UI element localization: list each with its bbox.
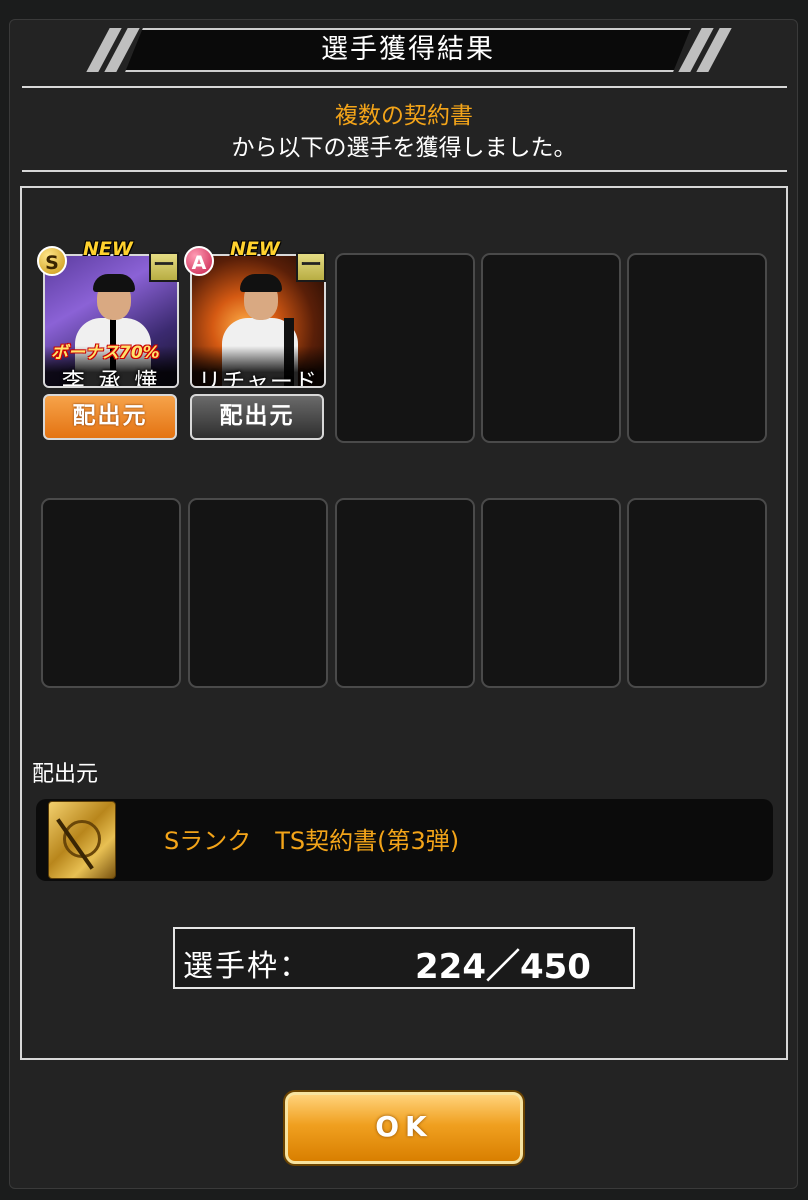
bonus-label: ボーナス70% [51, 343, 160, 363]
ok-button[interactable]: OK [285, 1092, 523, 1164]
distribution-source-button[interactable]: 配出元 [190, 394, 324, 440]
distribution-source-text: Sランク TS契約書(第3弾) [164, 827, 460, 855]
distribution-source-row: Sランク TS契約書(第3弾) [36, 799, 773, 881]
minus-icon: ー [149, 252, 179, 282]
new-badge: NEW [83, 238, 133, 260]
empty-slot [41, 498, 181, 688]
empty-slot [335, 253, 475, 443]
source-name-text: 複数の契約書 [335, 103, 473, 129]
divider-bottom [22, 170, 787, 172]
empty-slot [627, 498, 767, 688]
header-decoration-right [676, 28, 732, 72]
distribution-source-button[interactable]: 配出元 [43, 394, 177, 440]
empty-slot [481, 498, 621, 688]
rank-badge: S [37, 246, 67, 276]
empty-slot [335, 498, 475, 688]
new-badge: NEW [230, 238, 280, 260]
player-card-lee[interactable]: ボーナス70% 李 承 燁 NEW S ー 配出元 [37, 238, 181, 442]
rank-badge: A [184, 246, 214, 276]
player-name: 李 承 燁 [61, 369, 161, 388]
contract-book-icon [48, 801, 116, 879]
capacity-value: 224／450 [415, 947, 591, 987]
dialog-title: 選手獲得結果 [321, 34, 495, 65]
player-capacity-box: 選手枠： 224／450 [173, 927, 635, 989]
empty-slot [481, 253, 621, 443]
empty-slot [627, 253, 767, 443]
player-card-richard[interactable]: リチャード NEW A ー 配出元 [184, 238, 328, 442]
empty-slot [188, 498, 328, 688]
divider-top [22, 86, 787, 88]
minus-icon: ー [296, 252, 326, 282]
result-message: から以下の選手を獲得しました。 [231, 135, 577, 161]
capacity-label: 選手枠： [183, 949, 311, 984]
distribution-label: 配出元 [32, 762, 99, 787]
player-name: リチャード [198, 369, 318, 388]
